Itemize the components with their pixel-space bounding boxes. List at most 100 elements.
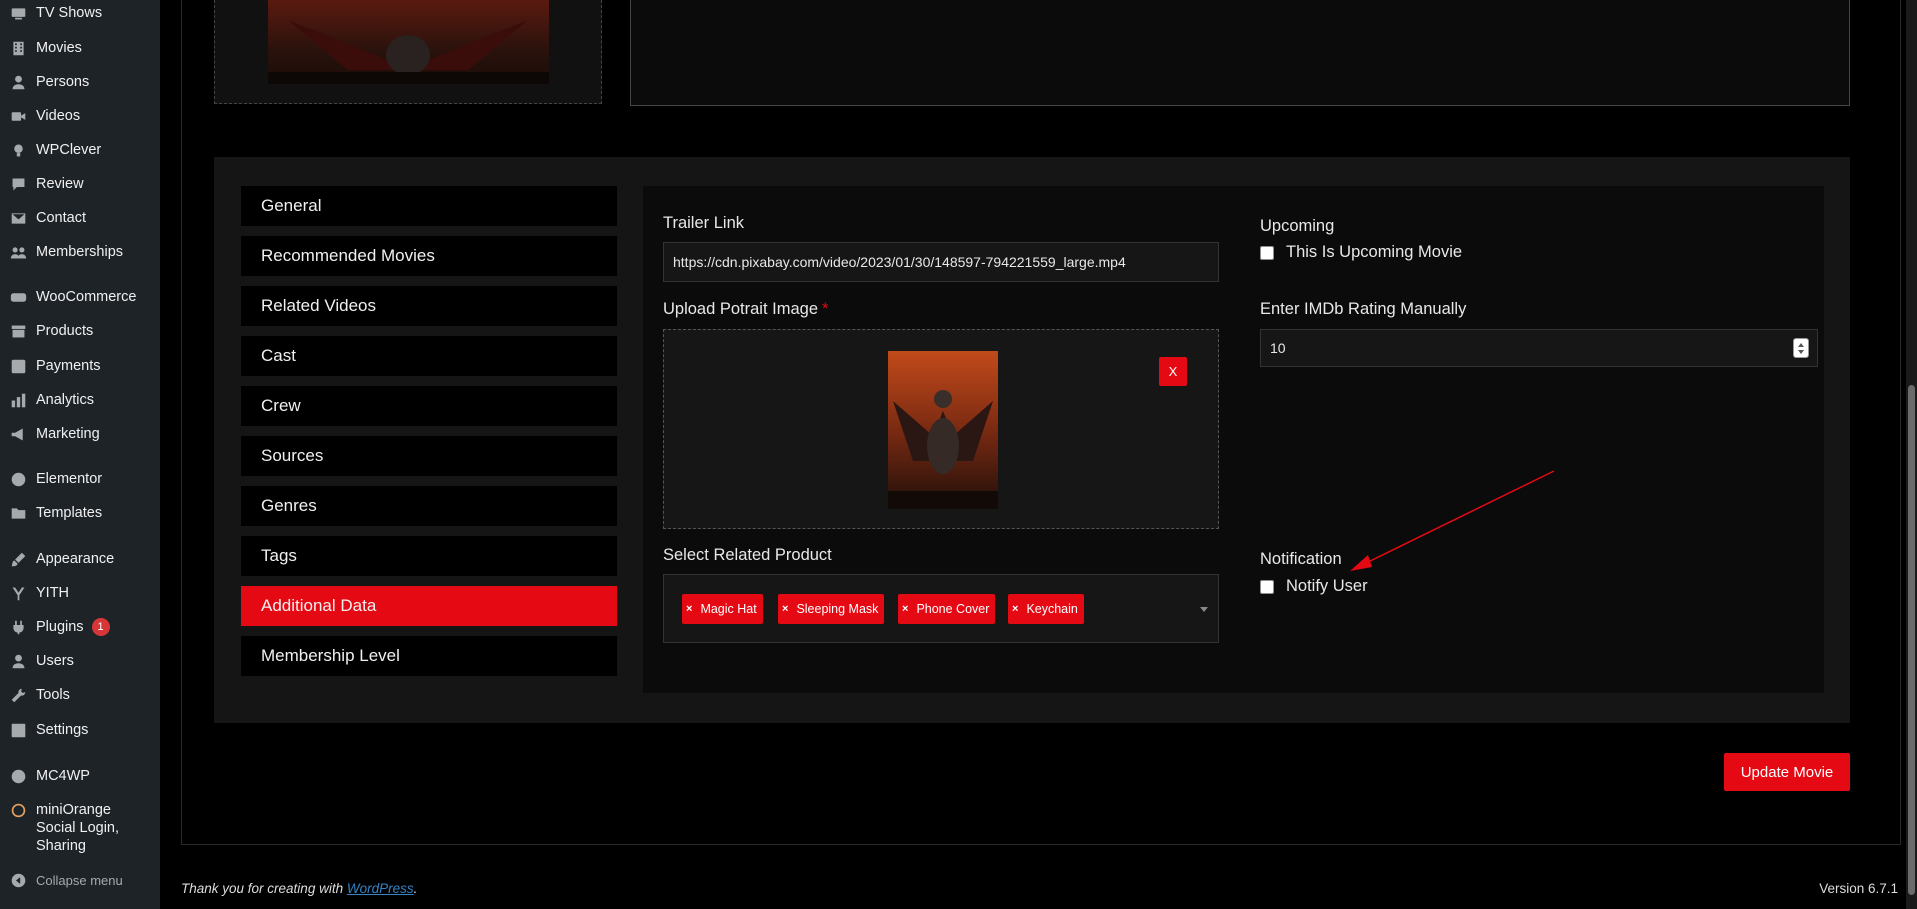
chip-remove-icon[interactable]: × [902, 603, 908, 615]
wordpress-link[interactable]: WordPress [347, 881, 414, 896]
remove-image-button[interactable]: X [1159, 357, 1187, 386]
notify-user-checkbox[interactable] [1260, 579, 1274, 594]
collapse-menu-label: Collapse menu [36, 872, 123, 888]
tab-additional-data[interactable]: Additional Data [241, 586, 617, 626]
sidebar-item-settings[interactable]: Settings [0, 713, 160, 747]
sidebar-item-yith[interactable]: YITH [0, 576, 160, 610]
sidebar-item-label: MC4WP [36, 768, 90, 784]
sidebar-item-users[interactable]: Users [0, 644, 160, 678]
sidebar-item-mc4wp[interactable]: MC4WP [0, 759, 160, 793]
tab-sources[interactable]: Sources [241, 436, 617, 476]
description-textarea[interactable] [630, 0, 1850, 106]
tab-crew[interactable]: Crew [241, 386, 617, 426]
sidebar-item-miniorange[interactable]: miniOrange Social Login, Sharing [0, 801, 160, 857]
wrench-icon [10, 687, 27, 704]
sliders-icon [10, 722, 27, 739]
sidebar-item-wpclever[interactable]: WPClever [0, 133, 160, 167]
collapse-arrow-icon [10, 872, 27, 889]
banner-image [268, 0, 549, 84]
notify-user-row[interactable]: Notify User [1260, 577, 1368, 596]
trailer-link-input[interactable]: https://cdn.pixabay.com/video/2023/01/30… [663, 242, 1219, 282]
sidebar-item-label: Payments [36, 358, 101, 374]
envelope-icon [10, 210, 27, 227]
sidebar-item-marketing[interactable]: Marketing [0, 417, 160, 451]
tab-membership-level[interactable]: Membership Level [241, 636, 617, 676]
notification-label: Notification [1260, 550, 1342, 568]
sidebar-item-label: miniOrange Social Login, Sharing [36, 802, 120, 854]
tab-general[interactable]: General [241, 186, 617, 226]
scrollbar-thumb[interactable] [1908, 385, 1915, 895]
tab-cast[interactable]: Cast [241, 336, 617, 376]
sidebar-item-payments[interactable]: Payments [0, 349, 160, 383]
dollar-icon [10, 358, 27, 375]
update-movie-button[interactable]: Update Movie [1724, 753, 1850, 791]
sidebar-item-label: Contact [36, 210, 86, 226]
product-chip[interactable]: × Magic Hat [682, 594, 763, 624]
footer-version: Version 6.7.1 [1819, 881, 1898, 896]
sidebar-item-label: Users [36, 653, 74, 669]
plug-icon [10, 619, 27, 636]
sidebar-item-label: YITH [36, 585, 70, 601]
additional-data-form: Trailer Link https://cdn.pixabay.com/vid… [643, 186, 1824, 693]
sidebar-item-tools[interactable]: Tools [0, 678, 160, 712]
sidebar-item-label: Plugins [36, 619, 84, 635]
related-product-label: Select Related Product [663, 546, 832, 564]
portrait-upload-box[interactable]: X [663, 329, 1219, 529]
sidebar-item-label: Elementor [36, 471, 103, 487]
sidebar-item-label: Settings [36, 722, 89, 738]
update-count-badge: 1 [91, 618, 110, 636]
imdb-rating-label: Enter IMDb Rating Manually [1260, 300, 1467, 318]
sidebar-item-contact[interactable]: Contact [0, 201, 160, 235]
woo-icon [10, 289, 27, 306]
chevron-down-icon[interactable] [1200, 607, 1208, 612]
sidebar-item-videos[interactable]: Videos [0, 99, 160, 133]
sidebar-item-movies[interactable]: Movies [0, 31, 160, 65]
sidebar-item-memberships[interactable]: Memberships [0, 235, 160, 269]
sidebar-item-templates[interactable]: Templates [0, 496, 160, 530]
sidebar-item-plugins[interactable]: Plugins 1 [0, 610, 160, 644]
mc4wp-icon [10, 768, 27, 785]
sidebar-item-products[interactable]: Products [0, 314, 160, 348]
chip-remove-icon[interactable]: × [1012, 603, 1018, 615]
tab-related-videos[interactable]: Related Videos [241, 286, 617, 326]
upcoming-checkbox-row[interactable]: This Is Upcoming Movie [1260, 243, 1462, 262]
sidebar-item-label: Appearance [36, 551, 115, 567]
collapse-menu-button[interactable]: Collapse menu [0, 863, 160, 897]
imdb-rating-input[interactable]: 10 [1260, 329, 1818, 367]
speech-bubble-icon [10, 176, 27, 193]
bar-chart-icon [10, 392, 27, 409]
chip-remove-icon[interactable]: × [782, 603, 788, 615]
sidebar-item-analytics[interactable]: Analytics [0, 383, 160, 417]
sidebar-item-appearance[interactable]: Appearance [0, 542, 160, 576]
tab-genres[interactable]: Genres [241, 486, 617, 526]
product-chip[interactable]: × Keychain [1008, 594, 1084, 624]
number-stepper[interactable] [1793, 338, 1809, 358]
movie-meta-panel: General Recommended Movies Related Video… [214, 157, 1850, 723]
sidebar-item-woocommerce[interactable]: WooCommerce [0, 280, 160, 314]
sidebar-item-tv-shows[interactable]: TV Shows [0, 0, 160, 30]
tab-tags[interactable]: Tags [241, 536, 617, 576]
sidebar-item-label: Analytics [36, 392, 95, 408]
sidebar-item-label: Movies [36, 40, 82, 56]
portrait-image [888, 351, 998, 509]
chip-remove-icon[interactable]: × [686, 603, 692, 615]
trailer-link-label: Trailer Link [663, 214, 744, 232]
tab-recommended-movies[interactable]: Recommended Movies [241, 236, 617, 276]
megaphone-icon [10, 426, 27, 443]
yith-icon [10, 585, 27, 602]
sidebar-item-label: Products [36, 323, 94, 339]
miniorange-icon [10, 802, 27, 819]
related-product-select[interactable]: × Magic Hat × Sleeping Mask × Phone Cover ×… [663, 574, 1219, 643]
page-scrollbar[interactable] [1906, 0, 1917, 909]
product-chip[interactable]: × Phone Cover [898, 594, 996, 624]
paintbrush-icon [10, 551, 27, 568]
sidebar-item-persons[interactable]: Persons [0, 65, 160, 99]
video-camera-icon [10, 108, 27, 125]
upcoming-checkbox[interactable] [1260, 245, 1274, 260]
product-chip[interactable]: × Sleeping Mask [778, 594, 885, 624]
group-icon [10, 244, 27, 261]
sidebar-item-review[interactable]: Review [0, 167, 160, 201]
banner-image-box [214, 0, 602, 104]
sidebar-item-elementor[interactable]: Elementor [0, 462, 160, 496]
upcoming-label: Upcoming [1260, 217, 1335, 235]
